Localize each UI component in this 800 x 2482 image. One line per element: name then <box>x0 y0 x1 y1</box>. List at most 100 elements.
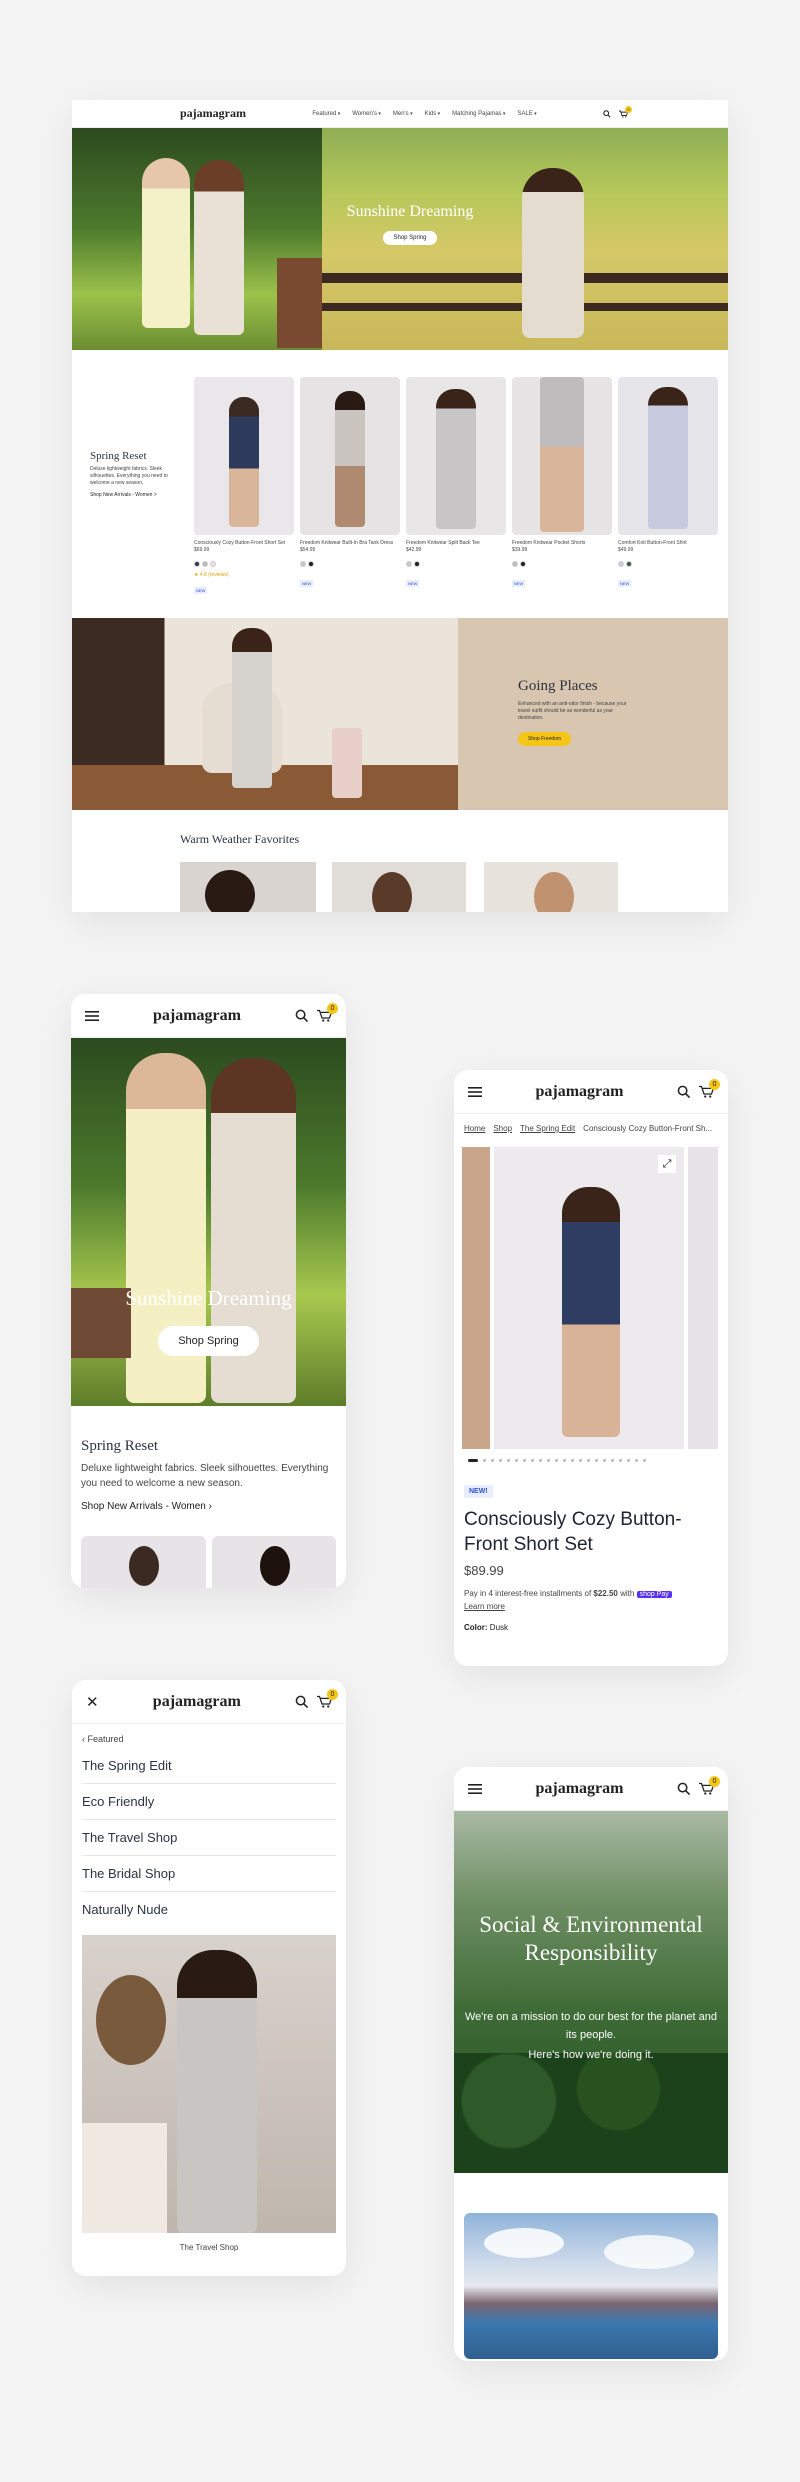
mobile-social-card: pajamagram 0 Social & Environmental Resp… <box>454 1767 728 2361</box>
nav-sale[interactable]: SALE <box>517 111 536 117</box>
close-icon[interactable]: ✕ <box>86 1693 99 1711</box>
search-icon[interactable] <box>603 109 611 118</box>
mobile-hero-button[interactable]: Shop Spring <box>158 1326 259 1356</box>
menu-item-travel-shop[interactable]: The Travel Shop <box>82 1820 336 1856</box>
swatch[interactable] <box>618 561 624 567</box>
cart-button[interactable]: 0 <box>317 1689 338 1708</box>
warm-tile[interactable] <box>180 862 316 912</box>
product-name[interactable]: Freedom Knitwear Split Back Tee <box>406 540 506 547</box>
product-image[interactable] <box>512 377 612 535</box>
menu-feature-image[interactable] <box>82 1935 336 2233</box>
product-name[interactable]: Comfort Knit Button-Front Shirt <box>618 540 718 547</box>
learn-more-link[interactable]: Learn more <box>464 1602 505 1611</box>
places-button[interactable]: Shop Freedom <box>518 732 572 746</box>
cart-button[interactable]: 0 <box>698 1776 720 1795</box>
menu-feature-caption[interactable]: The Travel Shop <box>82 2243 336 2252</box>
places-image <box>72 618 458 810</box>
cart-button[interactable]: 0 <box>698 1079 720 1098</box>
product-image[interactable] <box>194 377 294 535</box>
cart-count-badge: 0 <box>327 1689 338 1700</box>
hero-shop-button[interactable]: Shop Spring <box>383 231 437 245</box>
swatch[interactable] <box>308 561 314 567</box>
swatch[interactable] <box>626 561 632 567</box>
gallery-next-image[interactable] <box>688 1147 718 1449</box>
product-name[interactable]: Freedom Knitwear Pocket Shorts <box>512 540 612 547</box>
hamburger-icon[interactable] <box>468 1783 482 1795</box>
nav-featured[interactable]: Featured <box>312 111 340 117</box>
social-lake-image[interactable] <box>464 2213 718 2359</box>
product-swatches <box>300 554 400 572</box>
product-name[interactable]: Consciously Cozy Button-Front Short Set <box>194 540 294 547</box>
product-price: $89.99 <box>464 1563 504 1579</box>
expand-icon[interactable]: ⤢ <box>658 1155 676 1173</box>
nav-kids[interactable]: Kids <box>425 111 441 117</box>
logo[interactable]: pajamagram <box>180 106 246 121</box>
menu-item-spring-edit[interactable]: The Spring Edit <box>82 1748 336 1784</box>
mobile-menu-card: ✕ pajamagram 0 ‹ Featured The Spring Edi… <box>72 1680 346 2276</box>
places-panel: Going Places Enhanced with an anti-odor … <box>458 618 728 810</box>
mobile-spring-link[interactable]: Shop New Arrivals - Women › <box>81 1501 336 1512</box>
product-gallery[interactable]: ⤢ <box>454 1147 728 1449</box>
swatch[interactable] <box>414 561 420 567</box>
cart-button[interactable]: 0 <box>619 105 632 118</box>
menu-item-naturally-nude[interactable]: Naturally Nude <box>82 1892 336 1927</box>
menu-item-eco-friendly[interactable]: Eco Friendly <box>82 1784 336 1820</box>
nav-womens[interactable]: Women's <box>352 111 381 117</box>
product-image[interactable] <box>211 1536 336 1588</box>
product-card[interactable]: Freedom Knitwear Split Back Tee $42.99 N… <box>406 377 506 597</box>
search-icon[interactable] <box>677 1085 691 1099</box>
logo[interactable]: pajamagram <box>153 1007 241 1025</box>
menu-back[interactable]: ‹ Featured <box>82 1734 336 1744</box>
breadcrumb-shop[interactable]: Shop <box>493 1124 512 1133</box>
installments-text: Pay in 4 interest-free installments of <box>464 1589 592 1599</box>
spring-body: Deluxe lightweight fabrics. Sleek silhou… <box>90 466 168 486</box>
gallery-prev-image[interactable] <box>462 1147 490 1449</box>
menu-item-bridal-shop[interactable]: The Bridal Shop <box>82 1856 336 1892</box>
swatch[interactable] <box>512 561 518 567</box>
search-icon[interactable] <box>295 1695 309 1709</box>
product-image[interactable] <box>81 1536 206 1588</box>
mobile-hero: Sunshine Dreaming Shop Spring <box>71 1038 346 1406</box>
desktop-header: pajamagram Featured Women's Men's Kids M… <box>72 100 728 128</box>
product-card[interactable]: Freedom Knitwear Pocket Shorts $39.99 NE… <box>512 377 612 597</box>
breadcrumb-spring-edit[interactable]: The Spring Edit <box>520 1124 575 1133</box>
swatch[interactable] <box>520 561 526 567</box>
breadcrumb-home[interactable]: Home <box>464 1124 485 1133</box>
logo[interactable]: pajamagram <box>153 1693 241 1711</box>
product-title: Consciously Cozy Button-Front Short Set <box>464 1509 682 1555</box>
swatch[interactable] <box>202 561 208 567</box>
logo[interactable]: pajamagram <box>536 1780 624 1798</box>
product-card[interactable]: Consciously Cozy Button-Front Short Set … <box>194 377 294 597</box>
product-card[interactable]: Comfort Knit Button-Front Shirt $49.99 N… <box>618 377 718 597</box>
menu-panel: ‹ Featured The Spring Edit Eco Friendly … <box>72 1724 346 2252</box>
spring-link[interactable]: Shop New Arrivals - Women > <box>90 492 170 498</box>
cart-button[interactable]: 0 <box>316 1003 338 1022</box>
nav-mens[interactable]: Men's <box>393 111 413 117</box>
mobile-spring-link-label: Shop New Arrivals - Women <box>81 1501 206 1512</box>
header-icons: 0 <box>295 1003 338 1023</box>
product-image[interactable] <box>618 377 718 535</box>
product-image[interactable] <box>406 377 506 535</box>
hero-content: Sunshine Dreaming Shop Spring <box>330 203 490 245</box>
warm-tile[interactable] <box>484 862 618 912</box>
product-info: NEW! Consciously Cozy Button-Front Short… <box>454 1472 728 1632</box>
product-image[interactable] <box>300 377 400 535</box>
gallery-dots[interactable] <box>454 1449 728 1472</box>
product-card[interactable]: Freedom Knitwear Built-In Bra Tank Dress… <box>300 377 400 597</box>
warm-tile[interactable] <box>332 862 466 912</box>
social-title: Social & Environmental Responsibility <box>479 1912 703 1965</box>
hamburger-icon[interactable] <box>85 1010 99 1022</box>
search-icon[interactable] <box>295 1009 309 1023</box>
search-icon[interactable] <box>677 1782 691 1796</box>
hamburger-icon[interactable] <box>468 1086 482 1098</box>
logo[interactable]: pajamagram <box>536 1083 624 1101</box>
product-name[interactable]: Freedom Knitwear Built-In Bra Tank Dress <box>300 540 400 547</box>
gallery-main-image[interactable]: ⤢ <box>494 1147 684 1449</box>
swatch[interactable] <box>194 561 200 567</box>
nav-matching[interactable]: Matching Pajamas <box>452 111 505 117</box>
installments-amount: $22.50 <box>593 1589 618 1599</box>
social-link[interactable]: Here's how we're doing it. <box>464 2049 718 2061</box>
swatch[interactable] <box>210 561 216 567</box>
swatch[interactable] <box>300 561 306 567</box>
swatch[interactable] <box>406 561 412 567</box>
